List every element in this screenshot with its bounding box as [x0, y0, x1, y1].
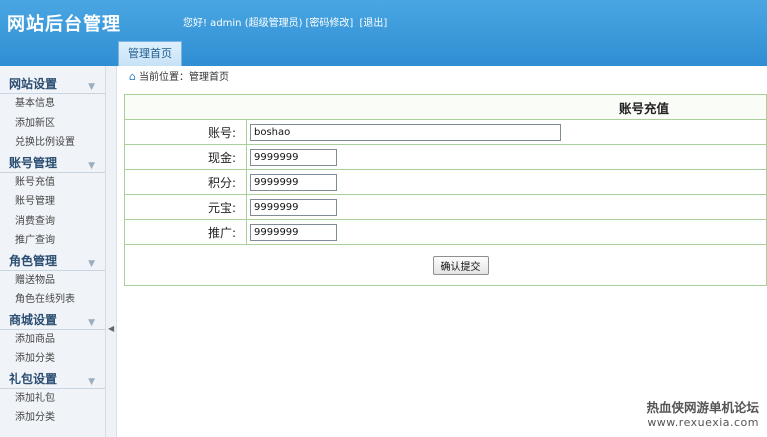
chevron-down-icon: ▼	[88, 160, 95, 171]
user-greeting: 您好! admin (超级管理员)	[183, 18, 303, 29]
sidebar-item-exchange-ratio[interactable]: 兑换比例设置	[0, 133, 105, 153]
form-row-points: 积分:	[124, 169, 767, 195]
sidebar-group-site-settings[interactable]: 网站设置 ▼	[0, 74, 105, 94]
sidebar-collapse-handle[interactable]: ◀	[106, 66, 117, 437]
breadcrumb-text: 当前位置：管理首页	[138, 72, 229, 83]
sidebar-group-title: 角色管理	[9, 253, 58, 268]
watermark-text: 热血侠网游单机论坛	[646, 400, 759, 415]
sidebar-group-title: 商城设置	[9, 312, 58, 327]
account-input[interactable]	[250, 123, 561, 141]
recharge-form: 账号充值 账号: 现金: 积分: 元宝: 推广: 确认提交	[124, 94, 767, 286]
sidebar-item-promo-query[interactable]: 推广查询	[0, 231, 105, 251]
field-label: 账号:	[124, 119, 247, 145]
change-password-link[interactable]: [密码修改]	[306, 18, 354, 29]
main-content: ⌂当前位置：管理首页 账号充值 账号: 现金: 积分: 元宝: 推广: 确认提交	[117, 66, 767, 437]
field-label: 积分:	[124, 169, 247, 195]
form-row-yuanbao: 元宝:	[124, 194, 767, 220]
cash-input[interactable]	[250, 148, 337, 166]
points-input[interactable]	[250, 173, 337, 191]
user-bar: 您好! admin (超级管理员) [密码修改] [退出]	[183, 14, 390, 29]
sidebar-group-title: 礼包设置	[9, 371, 58, 386]
chevron-down-icon: ▼	[88, 258, 95, 269]
home-icon: ⌂	[129, 70, 136, 83]
breadcrumb: ⌂ 当前位置：管理首页	[117, 66, 767, 88]
submit-button[interactable]: 确认提交	[432, 255, 489, 275]
sidebar-item-consume-query[interactable]: 消费查询	[0, 212, 105, 232]
watermark-url: www.rexuexia.com	[647, 416, 759, 429]
top-header: 网站后台管理 您好! admin (超级管理员) [密码修改] [退出] 管理首页	[0, 0, 767, 66]
field-label: 元宝:	[124, 194, 247, 220]
tab-home[interactable]: 管理首页	[118, 41, 182, 66]
sidebar-group-title: 账号管理	[9, 155, 58, 170]
chevron-down-icon: ▼	[88, 376, 95, 387]
chevron-down-icon: ▼	[88, 317, 95, 328]
sidebar-item-add-server[interactable]: 添加新区	[0, 114, 105, 134]
form-row-account: 账号:	[124, 119, 767, 145]
sidebar-item-online-roles[interactable]: 角色在线列表	[0, 290, 105, 310]
form-row-promo: 推广:	[124, 219, 767, 245]
field-label: 推广:	[124, 219, 247, 245]
sidebar-group-account[interactable]: 账号管理 ▼	[0, 153, 105, 173]
sidebar-item-account-manage[interactable]: 账号管理	[0, 192, 105, 212]
sidebar-group-giftpack[interactable]: 礼包设置 ▼	[0, 369, 105, 389]
sidebar-item-add-category[interactable]: 添加分类	[0, 349, 105, 369]
form-title: 账号充值	[124, 94, 767, 120]
sidebar-item-add-giftpack-category[interactable]: 添加分类	[0, 408, 105, 428]
chevron-left-icon: ◀	[108, 324, 115, 333]
sidebar-group-shop[interactable]: 商城设置 ▼	[0, 310, 105, 330]
logout-link[interactable]: [退出]	[360, 18, 388, 29]
promo-input[interactable]	[250, 223, 337, 241]
chevron-down-icon: ▼	[88, 82, 95, 92]
field-label: 现金:	[124, 144, 247, 170]
yuanbao-input[interactable]	[250, 198, 337, 216]
app-title: 网站后台管理	[7, 14, 121, 35]
sidebar: 网站设置 ▼ 基本信息 添加新区 兑换比例设置 账号管理 ▼ 账号充值 账号管理…	[0, 66, 106, 437]
form-row-cash: 现金:	[124, 144, 767, 170]
sidebar-group-role[interactable]: 角色管理 ▼	[0, 251, 105, 271]
sidebar-group-title: 网站设置	[9, 77, 58, 91]
watermark: 热血侠网游单机论坛 www.rexuexia.com	[646, 397, 759, 429]
